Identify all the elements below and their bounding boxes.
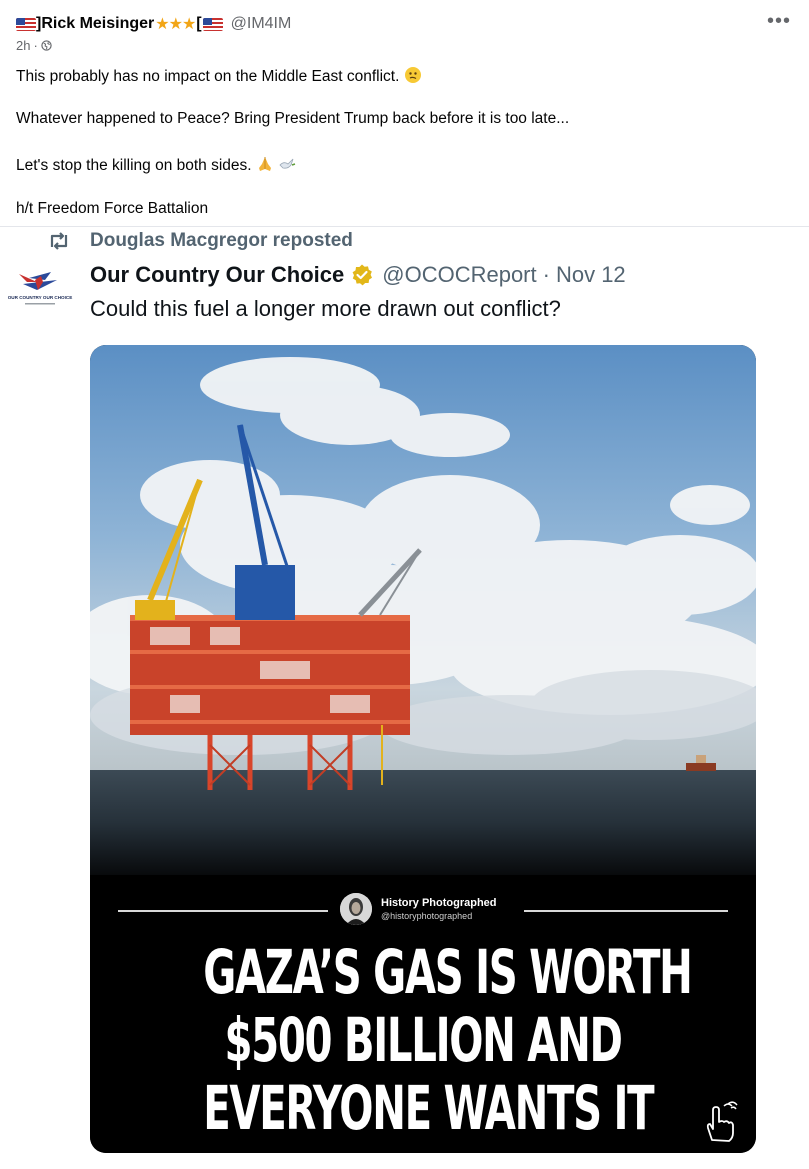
- meta-separator: ·: [33, 38, 38, 53]
- headline-line-3: EVERYONE WANTS IT: [203, 1073, 654, 1144]
- account-handle[interactable]: @OCOCReport: [382, 262, 536, 288]
- repost-indicator: Douglas Macgregor reposted: [48, 229, 353, 253]
- dove-emoji: [279, 158, 296, 169]
- thinking-emoji: [404, 67, 421, 83]
- post-text-line-4: h/t Freedom Force Battalion: [16, 200, 209, 217]
- oil-rig-photo: [90, 345, 756, 875]
- stars-icon: ★★★: [155, 16, 196, 33]
- reposted-by-label[interactable]: Douglas Macgregor reposted: [90, 230, 353, 252]
- post-line-text: This probably has no impact on the Middl…: [16, 68, 400, 85]
- more-options-button[interactable]: •••: [767, 10, 791, 33]
- source-name: History Photographed: [381, 897, 497, 909]
- headline-line-2: $500 BILLION AND: [224, 1005, 622, 1076]
- source-avatar: [340, 893, 372, 925]
- post-text-line-3: Let's stop the killing on both sides.: [16, 155, 296, 175]
- tweet-image[interactable]: History Photographed @historyphotographe…: [90, 345, 756, 1153]
- hand-pointer-icon: [706, 1101, 738, 1142]
- logo-text: OUR COUNTRY OUR CHOICE: [8, 295, 73, 300]
- post-text-line-2: Whatever happened to Peace? Bring Presid…: [16, 110, 570, 127]
- post-line-text: Let's stop the killing on both sides.: [16, 157, 252, 174]
- post-text-line-1: This probably has no impact on the Middl…: [16, 66, 422, 86]
- post-meta: 2h ·: [16, 38, 52, 53]
- repost-icon: [50, 232, 68, 250]
- globe-icon: [41, 40, 52, 51]
- account-logo[interactable]: OUR COUNTRY OUR CHOICE: [7, 266, 73, 312]
- verified-badge-icon: [352, 264, 373, 286]
- author-bracket: [: [196, 15, 202, 32]
- pray-emoji: [258, 157, 271, 171]
- header-separator: ·: [542, 262, 550, 287]
- tweet-text: Could this fuel a longer more drawn out …: [90, 296, 561, 321]
- author-handle[interactable]: @IM4IM: [231, 15, 292, 33]
- tweet-date[interactable]: Nov 12: [556, 262, 626, 288]
- post-time[interactable]: 2h: [16, 38, 30, 53]
- author-name[interactable]: ]Rick Meisinger: [36, 15, 154, 33]
- us-flag-icon: [202, 17, 223, 31]
- headline-line-1: GAZA’S GAS IS WORTH: [203, 937, 693, 1008]
- account-name[interactable]: Our Country Our Choice: [90, 262, 344, 288]
- us-flag-icon: [16, 17, 36, 31]
- divider-line: [118, 910, 328, 912]
- post-author-row: ]Rick Meisinger ★★★ [ @IM4IM: [16, 13, 291, 35]
- tweet-header: Our Country Our Choice @OCOCReport · Nov…: [90, 260, 626, 290]
- divider-line: [524, 910, 728, 912]
- source-handle: @historyphotographed: [381, 911, 473, 921]
